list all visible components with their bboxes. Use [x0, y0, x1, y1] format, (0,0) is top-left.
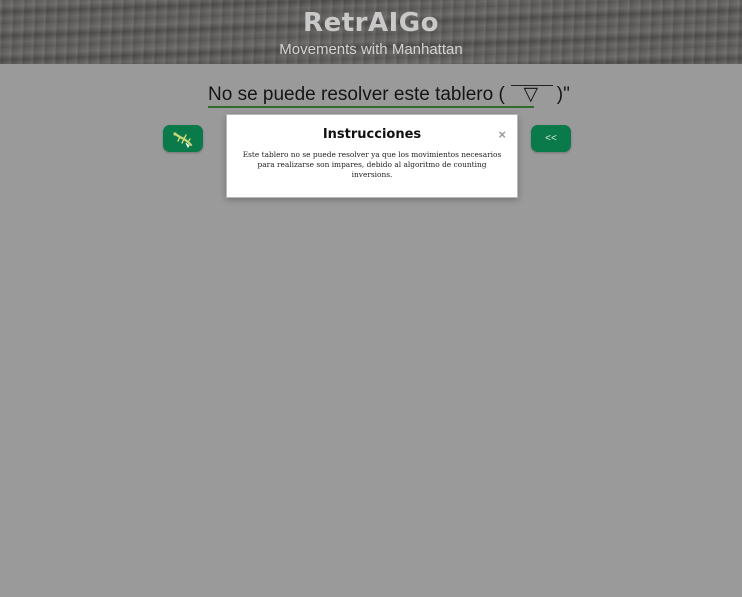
status-suffix: )" [556, 84, 570, 105]
close-icon[interactable]: × [498, 127, 506, 142]
back-button[interactable]: << [531, 125, 571, 152]
modal-message: Este tablero no se puede resolver ya que… [242, 150, 502, 179]
app-title: RetrAIGo [303, 8, 439, 38]
app-subtitle: Movements with Manhattan [279, 41, 463, 58]
instructions-modal: Instrucciones × Este tablero no se puede… [226, 114, 518, 198]
modal-title: Instrucciones [322, 127, 422, 142]
lizard-icon [173, 131, 193, 148]
app-header: RetrAIGo Movements with Manhattan [0, 0, 742, 64]
lizard-button[interactable] [163, 125, 203, 152]
board-status-message: No se puede resolver este tablero (▽)" [208, 84, 570, 108]
kaomoji-face: ▽ [505, 84, 557, 106]
status-prefix: No se puede resolver este tablero ( [208, 84, 505, 105]
